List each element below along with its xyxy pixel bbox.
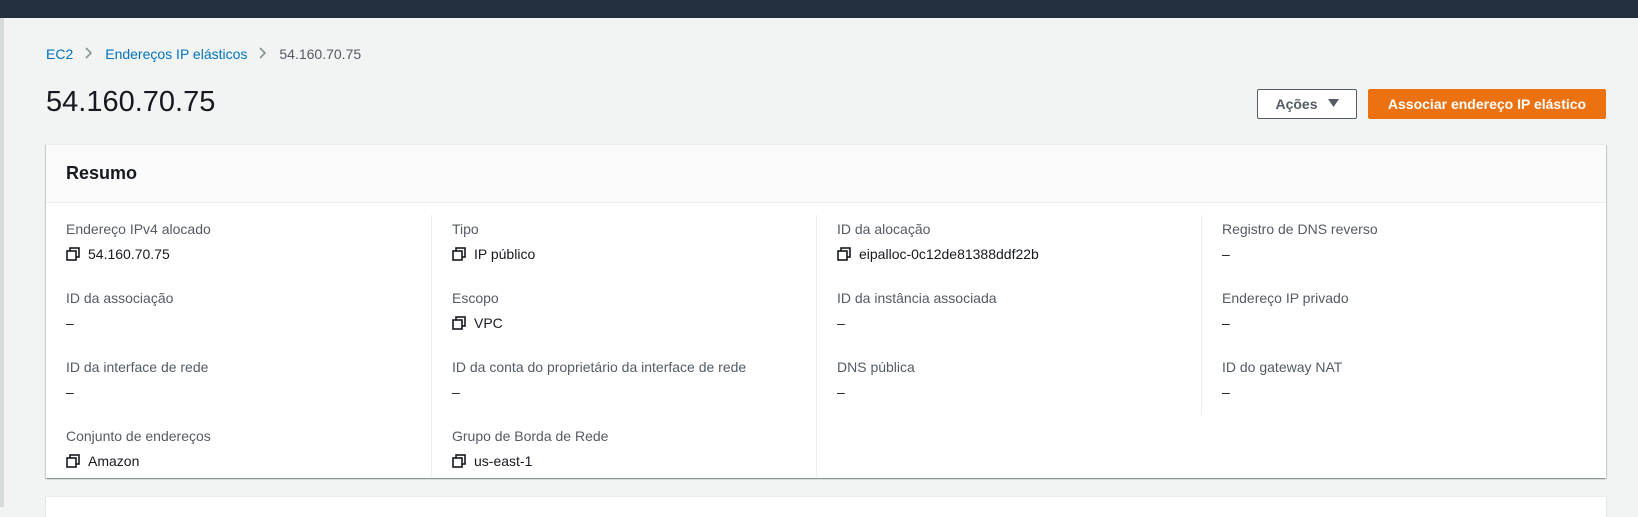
field-associated-instance-id: ID da instância associada – [837,288,1181,353]
field-label: DNS pública [837,359,915,375]
field-scope: Escopo VPC [452,288,796,353]
field-public-dns: DNS pública – [837,357,1181,422]
caret-down-icon [1327,98,1339,110]
field-value-text: eipalloc-0c12de81388ddf22b [859,246,1039,262]
field-label: ID da associação [66,290,174,306]
chevron-right-icon [85,46,93,62]
actions-button-label: Ações [1275,96,1318,112]
field-value-text: IP público [474,246,536,262]
summary-column-4: Registro de DNS reverso – Endereço IP pr… [1201,215,1586,415]
field-value-text: – [1222,246,1230,262]
field-label: Endereço IPv4 alocado [66,221,211,237]
field-value-text: – [1222,315,1230,331]
copy-icon[interactable] [452,316,466,330]
field-label: ID da conta do proprietário da interface… [452,359,747,375]
summary-panel-header: Resumo [46,145,1606,203]
field-value: 54.160.70.75 [66,243,411,265]
copy-icon[interactable] [837,247,851,261]
summary-column-1: Endereço IPv4 alocado 54.160.70.75 ID da… [46,215,431,477]
breadcrumb-current: 54.160.70.75 [279,46,362,62]
field-label: Conjunto de endereços [66,428,211,444]
field-association-id: ID da associação – [66,288,411,353]
field-network-interface-owner: ID da conta do proprietário da interface… [452,357,796,422]
field-address-pool: Conjunto de endereços Amazon [66,426,411,491]
field-value: IP público [452,243,796,265]
field-reverse-dns: Registro de DNS reverso – [1222,219,1566,284]
field-label: Tipo [452,221,479,237]
field-value: eipalloc-0c12de81388ddf22b [837,243,1181,265]
breadcrumb-elastic-ips-link[interactable]: Endereços IP elásticos [105,46,247,62]
field-allocated-ipv4: Endereço IPv4 alocado 54.160.70.75 [66,219,411,284]
field-value-text: Amazon [88,453,140,469]
field-value: VPC [452,312,796,334]
field-label: Endereço IP privado [1222,290,1349,306]
summary-column-2: Tipo IP público Escopo VPC ID da conta d… [431,215,816,477]
field-value-text: 54.160.70.75 [88,246,170,262]
field-label: Grupo de Borda de Rede [452,428,609,444]
field-value-text: – [1222,384,1230,400]
field-private-ip: Endereço IP privado – [1222,288,1566,353]
field-network-interface-id: ID da interface de rede – [66,357,411,422]
breadcrumb: EC2 Endereços IP elásticos 54.160.70.75 [46,44,361,64]
field-value: us-east-1 [452,450,796,472]
field-value-text: us-east-1 [474,453,533,469]
chevron-right-icon [259,46,267,62]
field-allocation-id: ID da alocação eipalloc-0c12de81388ddf22… [837,219,1181,284]
breadcrumb-ec2-link[interactable]: EC2 [46,46,73,62]
field-value: Amazon [66,450,411,472]
field-type: Tipo IP público [452,219,796,284]
field-value-text: – [452,384,460,400]
side-navigation-edge[interactable] [0,18,4,507]
associate-elastic-ip-button[interactable]: Associar endereço IP elástico [1368,89,1606,119]
summary-panel: Resumo Endereço IPv4 alocado 54.160.70.7… [46,144,1606,478]
summary-title: Resumo [66,163,138,183]
field-label: Registro de DNS reverso [1222,221,1378,237]
actions-dropdown-button[interactable]: Ações [1257,89,1357,119]
field-label: ID da alocação [837,221,931,237]
summary-column-3: ID da alocação eipalloc-0c12de81388ddf22… [816,215,1201,477]
field-value-text: – [837,315,845,331]
field-label: ID da interface de rede [66,359,209,375]
field-value-text: – [66,315,74,331]
top-navigation-bar [0,0,1638,18]
page-title: 54.160.70.75 [46,86,216,118]
field-value-text: – [66,384,74,400]
copy-icon[interactable] [452,454,466,468]
field-value-text: VPC [474,315,503,331]
copy-icon[interactable] [66,247,80,261]
field-label: ID da instância associada [837,290,997,306]
summary-grid: Endereço IPv4 alocado 54.160.70.75 ID da… [46,203,1606,477]
field-nat-gateway-id: ID do gateway NAT – [1222,357,1566,422]
copy-icon[interactable] [452,247,466,261]
field-label: Escopo [452,290,499,306]
field-network-border-group: Grupo de Borda de Rede us-east-1 [452,426,796,491]
field-value-text: – [837,384,845,400]
field-label: ID do gateway NAT [1222,359,1343,375]
copy-icon[interactable] [66,454,80,468]
